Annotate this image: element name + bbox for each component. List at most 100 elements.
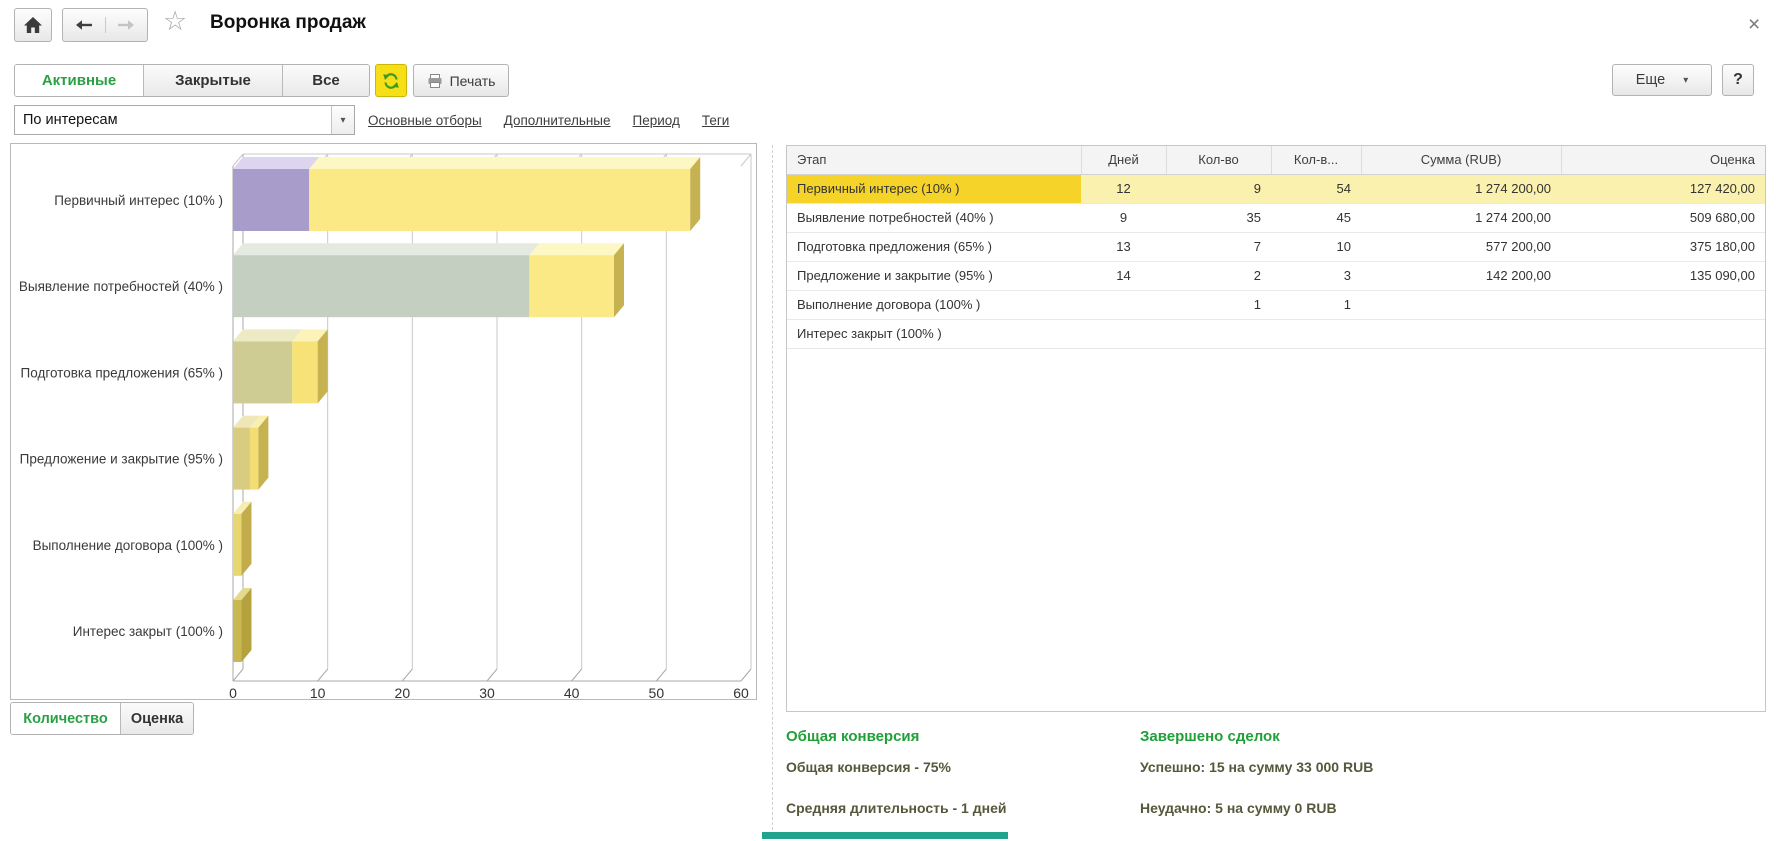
cell-estimate[interactable]	[1561, 290, 1765, 319]
back-button[interactable]	[63, 17, 105, 33]
home-button[interactable]	[14, 8, 52, 42]
link-additional-filters[interactable]: Дополнительные	[504, 113, 611, 128]
history-nav-group	[62, 8, 148, 42]
bar-segment[interactable]	[529, 255, 614, 317]
cell-estimate[interactable]	[1561, 319, 1765, 348]
x-axis-tick-label: 40	[564, 685, 580, 699]
table-row[interactable]: Выявление потребностей (40% )935451 274 …	[787, 203, 1765, 232]
close-icon[interactable]: ×	[1748, 13, 1760, 37]
cell-estimate[interactable]: 135 090,00	[1561, 261, 1765, 290]
summary-deals-line-2: Неудачно: 5 на сумму 0 RUB	[1140, 800, 1560, 816]
forward-button[interactable]	[105, 17, 148, 33]
table-row[interactable]: Первичный интерес (10% )129541 274 200,0…	[787, 174, 1765, 203]
table-row[interactable]: Предложение и закрытие (95% )1423142 200…	[787, 261, 1765, 290]
cell-stage[interactable]: Выявление потребностей (40% )	[787, 203, 1081, 232]
toggle-count[interactable]: Количество	[11, 703, 120, 734]
cell-days[interactable]: 9	[1081, 203, 1166, 232]
cell-stage[interactable]: Первичный интерес (10% )	[787, 174, 1081, 203]
bar-segment[interactable]	[250, 428, 258, 490]
column-header-count[interactable]: Кол-во	[1166, 146, 1271, 174]
cell-count-cum[interactable]: 45	[1271, 203, 1361, 232]
cell-count-cum[interactable]: 54	[1271, 174, 1361, 203]
column-header-count-cum[interactable]: Кол-в...	[1271, 146, 1361, 174]
column-header-stage[interactable]: Этап	[787, 146, 1081, 174]
cell-count-cum[interactable]	[1271, 319, 1361, 348]
category-label: Выявление потребностей (40% )	[19, 279, 223, 294]
help-button[interactable]: ?	[1722, 64, 1754, 96]
table-row[interactable]: Подготовка предложения (65% )13710577 20…	[787, 232, 1765, 261]
toggle-estimate[interactable]: Оценка	[120, 703, 193, 734]
bar-side-face	[241, 502, 251, 576]
cell-days[interactable]	[1081, 319, 1166, 348]
tab-closed-deals[interactable]: Закрытые	[143, 65, 282, 96]
bar-segment[interactable]	[233, 600, 241, 662]
category-label: Интерес закрыт (100% )	[73, 624, 223, 639]
tab-active-deals[interactable]: Активные	[15, 65, 143, 96]
bar-segment[interactable]	[233, 341, 292, 403]
printer-icon	[427, 73, 443, 89]
group-by-select[interactable]: По интересам ▾	[14, 105, 355, 135]
cell-days[interactable]	[1081, 290, 1166, 319]
x-axis-tick-label: 0	[229, 685, 237, 699]
group-by-dropdown-button[interactable]: ▾	[331, 106, 354, 134]
bar-segment[interactable]	[233, 169, 309, 231]
link-period[interactable]: Период	[633, 113, 680, 128]
x-axis-tick-label: 10	[310, 685, 326, 699]
grid-line	[572, 669, 582, 681]
print-button[interactable]: Печать	[413, 64, 509, 97]
summary-conversion-heading: Общая конверсия	[786, 728, 1126, 745]
table-row[interactable]: Выполнение договора (100% ) 11	[787, 290, 1765, 319]
column-header-estimate[interactable]: Оценка	[1561, 146, 1765, 174]
cell-stage[interactable]: Подготовка предложения (65% )	[787, 232, 1081, 261]
cell-stage[interactable]: Интерес закрыт (100% )	[787, 319, 1081, 348]
favorite-star-icon[interactable]: ☆	[163, 6, 187, 37]
cell-count[interactable]: 7	[1166, 232, 1271, 261]
cell-sum[interactable]: 577 200,00	[1361, 232, 1561, 261]
panel-splitter[interactable]	[772, 145, 773, 830]
bar-segment[interactable]	[233, 514, 241, 576]
column-header-sum[interactable]: Сумма (RUB)	[1361, 146, 1561, 174]
cell-days[interactable]: 12	[1081, 174, 1166, 203]
cell-count[interactable]: 2	[1166, 261, 1271, 290]
grid-line	[487, 669, 497, 681]
cell-estimate[interactable]: 509 680,00	[1561, 203, 1765, 232]
cell-days[interactable]: 13	[1081, 232, 1166, 261]
bar-side-face	[690, 157, 700, 231]
bar-segment[interactable]	[233, 255, 529, 317]
cell-count-cum[interactable]: 3	[1271, 261, 1361, 290]
cell-count[interactable]: 35	[1166, 203, 1271, 232]
bar-segment[interactable]	[292, 341, 317, 403]
cell-count[interactable]: 1	[1166, 290, 1271, 319]
cell-days[interactable]: 14	[1081, 261, 1166, 290]
bar-segment[interactable]	[233, 428, 250, 490]
cell-sum[interactable]	[1361, 319, 1561, 348]
tab-all-deals[interactable]: Все	[282, 65, 369, 96]
cell-count-cum[interactable]: 10	[1271, 232, 1361, 261]
category-label: Подготовка предложения (65% )	[21, 365, 223, 380]
grid-line	[233, 669, 243, 681]
cell-sum[interactable]: 142 200,00	[1361, 261, 1561, 290]
cell-count-cum[interactable]: 1	[1271, 290, 1361, 319]
filter-links: Основные отборы Дополнительные Период Те…	[368, 105, 729, 135]
column-header-days[interactable]: Дней	[1081, 146, 1166, 174]
refresh-button[interactable]	[375, 64, 407, 97]
x-axis-tick-label: 50	[649, 685, 665, 699]
cell-sum[interactable]	[1361, 290, 1561, 319]
cell-estimate[interactable]: 127 420,00	[1561, 174, 1765, 203]
cell-stage[interactable]: Предложение и закрытие (95% )	[787, 261, 1081, 290]
more-button[interactable]: Еще ▾	[1612, 64, 1712, 96]
cell-count[interactable]: 9	[1166, 174, 1271, 203]
link-main-filters[interactable]: Основные отборы	[368, 113, 482, 128]
cell-stage[interactable]: Выполнение договора (100% )	[787, 290, 1081, 319]
stages-table: ЭтапДнейКол-воКол-в...Сумма (RUB)Оценка …	[787, 146, 1765, 349]
cell-sum[interactable]: 1 274 200,00	[1361, 203, 1561, 232]
bar-segment[interactable]	[309, 169, 690, 231]
chevron-down-icon: ▾	[340, 115, 345, 126]
chart-mode-toggle: Количество Оценка	[10, 702, 194, 735]
table-row[interactable]: Интерес закрыт (100% )	[787, 319, 1765, 348]
cell-count[interactable]	[1166, 319, 1271, 348]
funnel-chart: 0102030405060Первичный интерес (10% )Выя…	[11, 144, 756, 699]
link-tags[interactable]: Теги	[702, 113, 729, 128]
cell-estimate[interactable]: 375 180,00	[1561, 232, 1765, 261]
cell-sum[interactable]: 1 274 200,00	[1361, 174, 1561, 203]
